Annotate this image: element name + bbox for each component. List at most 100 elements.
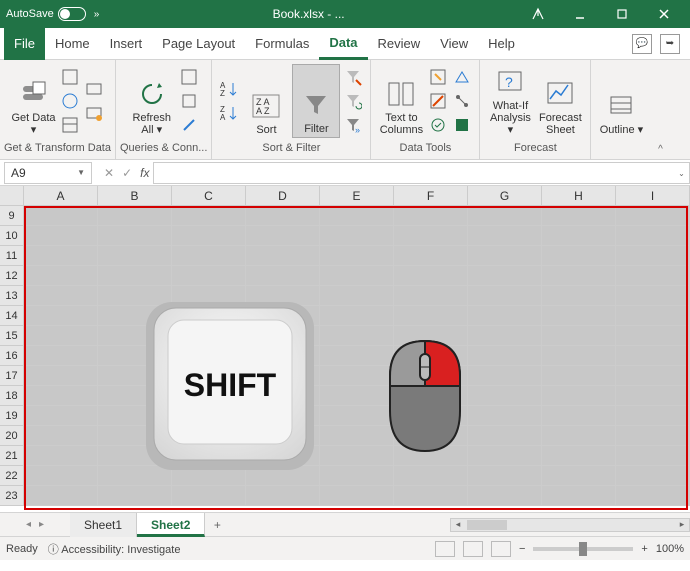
- cell[interactable]: [616, 466, 690, 486]
- cell[interactable]: [320, 406, 394, 426]
- cancel-formula-icon[interactable]: ✕: [104, 166, 114, 180]
- cell[interactable]: [468, 366, 542, 386]
- zoom-level[interactable]: 100%: [656, 543, 684, 555]
- reapply-icon[interactable]: [342, 90, 364, 112]
- cell[interactable]: [542, 426, 616, 446]
- cell[interactable]: [172, 246, 246, 266]
- cell[interactable]: [246, 206, 320, 226]
- cell[interactable]: [394, 386, 468, 406]
- cell[interactable]: [172, 306, 246, 326]
- cell[interactable]: [98, 226, 172, 246]
- cell[interactable]: [542, 346, 616, 366]
- cell[interactable]: [24, 446, 98, 466]
- cell[interactable]: [320, 366, 394, 386]
- tab-view[interactable]: View: [430, 28, 478, 60]
- cell[interactable]: [468, 386, 542, 406]
- tab-formulas[interactable]: Formulas: [245, 28, 319, 60]
- cell[interactable]: [394, 486, 468, 506]
- column-header[interactable]: H: [542, 186, 616, 205]
- cell[interactable]: [24, 306, 98, 326]
- row-header[interactable]: 19: [0, 406, 24, 426]
- row-header[interactable]: 22: [0, 466, 24, 486]
- cell[interactable]: [616, 386, 690, 406]
- autosave[interactable]: AutoSave: [6, 7, 86, 21]
- row-header[interactable]: 21: [0, 446, 24, 466]
- cell[interactable]: [542, 406, 616, 426]
- cell[interactable]: [246, 346, 320, 366]
- cell[interactable]: [246, 486, 320, 506]
- data-validation-icon[interactable]: [427, 114, 449, 136]
- cell[interactable]: [394, 446, 468, 466]
- sheet-nav-prev-icon[interactable]: ◂: [26, 519, 31, 530]
- cell[interactable]: [542, 266, 616, 286]
- row-header[interactable]: 16: [0, 346, 24, 366]
- cell[interactable]: [542, 246, 616, 266]
- cell[interactable]: [24, 246, 98, 266]
- cell[interactable]: [616, 226, 690, 246]
- scroll-right-icon[interactable]: ▸: [675, 519, 689, 530]
- cell[interactable]: [320, 486, 394, 506]
- cell[interactable]: [172, 286, 246, 306]
- row-header[interactable]: 20: [0, 426, 24, 446]
- relationships-icon[interactable]: [451, 90, 473, 112]
- cell[interactable]: [468, 326, 542, 346]
- zoom-in-button[interactable]: +: [641, 543, 647, 555]
- cell[interactable]: [24, 206, 98, 226]
- cell[interactable]: [172, 386, 246, 406]
- cell[interactable]: [616, 286, 690, 306]
- cell[interactable]: [24, 286, 98, 306]
- tab-file[interactable]: File: [4, 28, 45, 60]
- cell[interactable]: [24, 326, 98, 346]
- cell[interactable]: [616, 206, 690, 226]
- row-header[interactable]: 13: [0, 286, 24, 306]
- cell[interactable]: [98, 426, 172, 446]
- tab-insert[interactable]: Insert: [100, 28, 153, 60]
- consolidate-icon[interactable]: [451, 66, 473, 88]
- cell[interactable]: [320, 246, 394, 266]
- cell[interactable]: [542, 226, 616, 246]
- cell[interactable]: [98, 446, 172, 466]
- cell[interactable]: [246, 226, 320, 246]
- cell[interactable]: [24, 426, 98, 446]
- minimize-button[interactable]: [560, 2, 600, 26]
- cell[interactable]: [172, 426, 246, 446]
- cell[interactable]: [98, 466, 172, 486]
- row-header[interactable]: 10: [0, 226, 24, 246]
- row-header[interactable]: 23: [0, 486, 24, 506]
- cell[interactable]: [616, 446, 690, 466]
- horizontal-scrollbar[interactable]: ◂ ▸: [450, 518, 690, 532]
- cell[interactable]: [394, 346, 468, 366]
- cell[interactable]: [394, 326, 468, 346]
- cell[interactable]: [246, 386, 320, 406]
- column-header[interactable]: D: [246, 186, 320, 205]
- data-model-icon[interactable]: [451, 114, 473, 136]
- forecast-sheet-button[interactable]: Forecast Sheet: [536, 64, 584, 138]
- cell[interactable]: [172, 226, 246, 246]
- cell[interactable]: [394, 466, 468, 486]
- expand-formula-icon[interactable]: ⌄: [674, 162, 690, 184]
- cell[interactable]: [98, 326, 172, 346]
- cell[interactable]: [98, 406, 172, 426]
- column-header[interactable]: B: [98, 186, 172, 205]
- cell[interactable]: [616, 306, 690, 326]
- from-web-icon[interactable]: [59, 90, 81, 112]
- maximize-button[interactable]: [602, 2, 642, 26]
- tab-home[interactable]: Home: [45, 28, 100, 60]
- remove-dup-icon[interactable]: [427, 90, 449, 112]
- cell[interactable]: [468, 346, 542, 366]
- cell[interactable]: [320, 466, 394, 486]
- page-break-view-button[interactable]: [491, 541, 511, 557]
- accessibility-status[interactable]: ⓘ Accessibility: Investigate: [48, 541, 181, 557]
- column-header[interactable]: G: [468, 186, 542, 205]
- cell[interactable]: [320, 446, 394, 466]
- fx-label[interactable]: fx: [140, 166, 149, 180]
- scrollbar-thumb[interactable]: [467, 520, 507, 530]
- cell[interactable]: [98, 366, 172, 386]
- row-header[interactable]: 14: [0, 306, 24, 326]
- normal-view-button[interactable]: [435, 541, 455, 557]
- cell[interactable]: [320, 286, 394, 306]
- column-header[interactable]: C: [172, 186, 246, 205]
- cell[interactable]: [468, 466, 542, 486]
- cell[interactable]: [320, 266, 394, 286]
- what-if-button[interactable]: ? What-If Analysis ▾: [486, 64, 534, 138]
